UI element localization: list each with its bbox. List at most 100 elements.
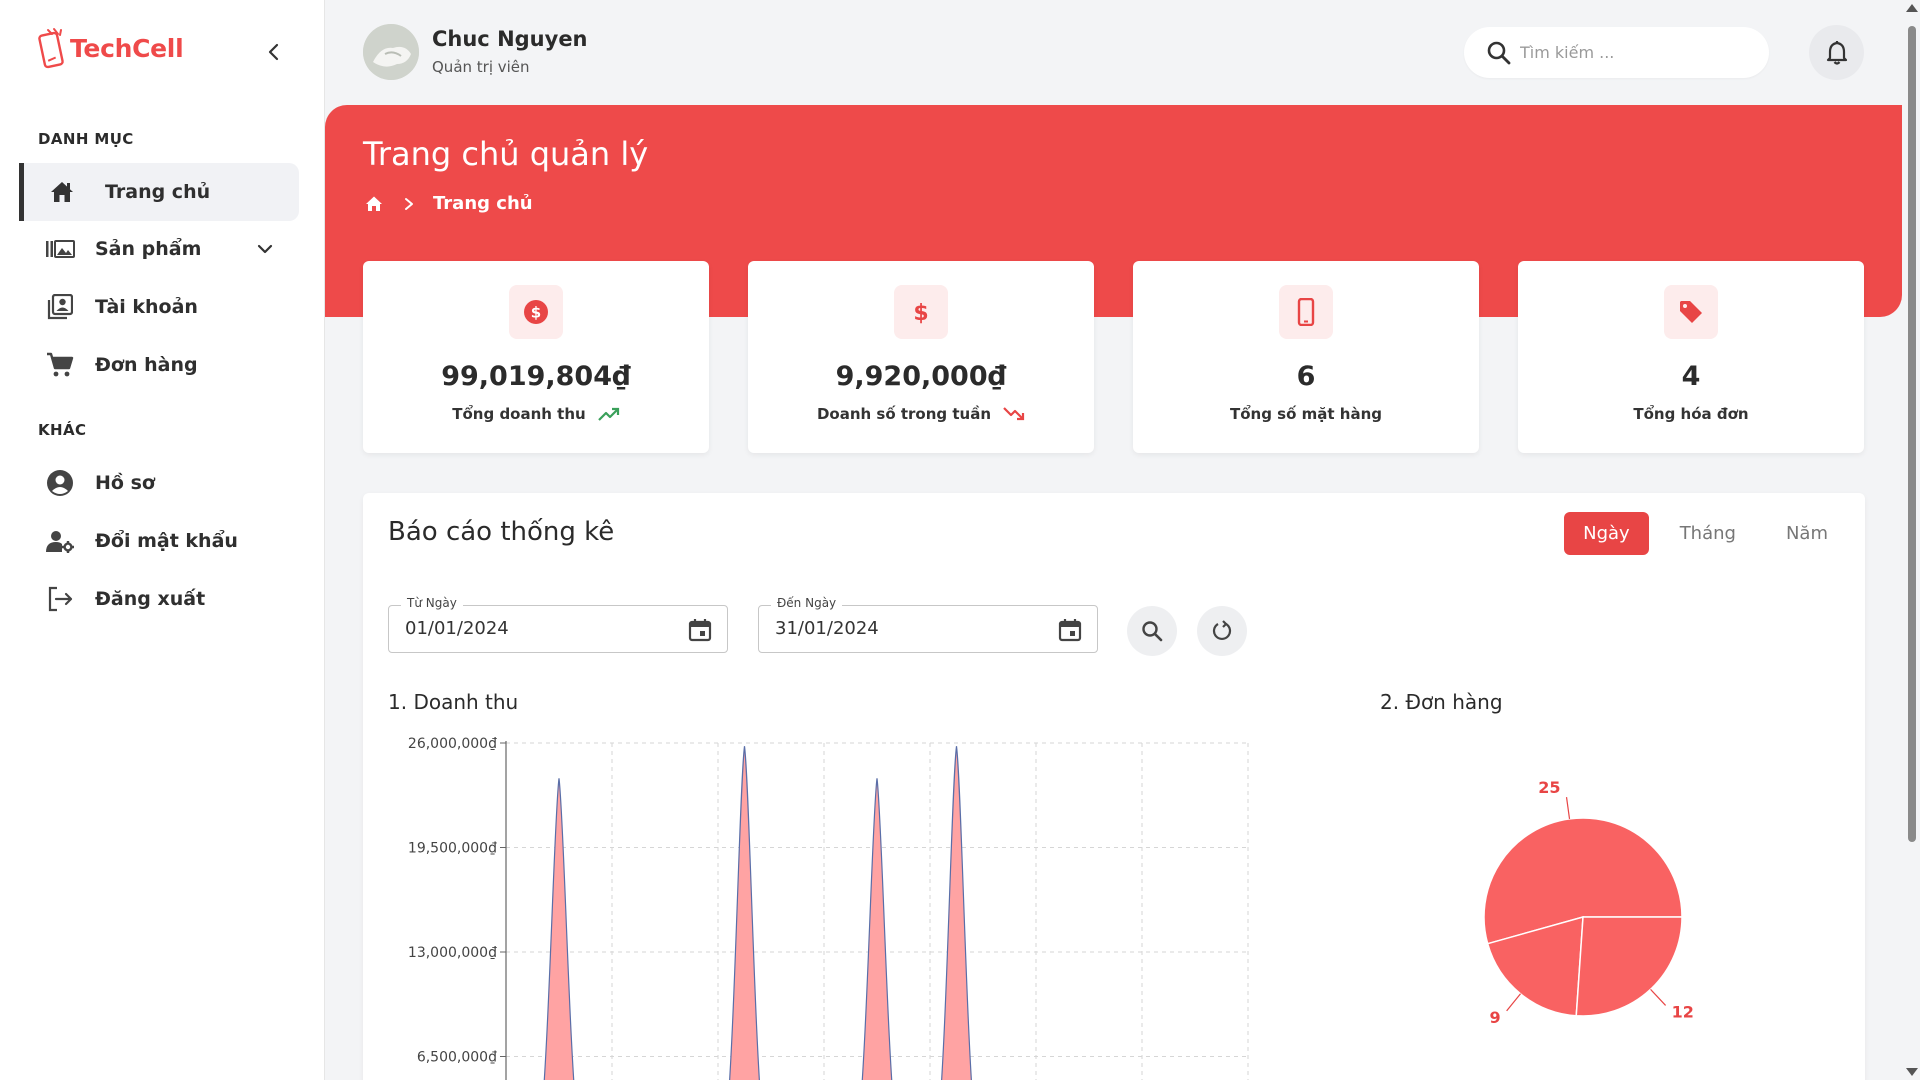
scroll-down-arrow[interactable] (1906, 1068, 1918, 1076)
logo[interactable]: TechCell (36, 26, 184, 70)
orders-pie-chart: 25 9 12 (1483, 778, 1694, 1027)
stat-label: Doanh số trong tuần (816, 405, 992, 423)
dollar-icon: $ (894, 285, 948, 339)
to-date-label: Đến Ngày (771, 596, 843, 610)
search-icon (1142, 621, 1163, 642)
user-name: Chuc Nguyen (432, 27, 588, 51)
bell-icon (1826, 40, 1847, 65)
to-date-input[interactable] (775, 618, 1035, 639)
logo-text: TechCell (70, 33, 184, 63)
cart-icon (45, 350, 75, 380)
collapse-sidebar-button[interactable] (262, 40, 286, 64)
pie-label-line (1565, 797, 1571, 820)
sidebar-item-products[interactable]: Sản phẩm (19, 220, 299, 278)
stat-value: 9,920,000₫ (835, 361, 1007, 392)
stat-value: 4 (1681, 361, 1701, 392)
y-tick-label: 19,500,000₫ (408, 841, 497, 857)
to-date-field[interactable]: Đến Ngày (758, 596, 1098, 653)
stat-label: Tổng hóa đơn (1633, 405, 1749, 423)
period-tabs: Ngày Tháng Năm (1552, 512, 1847, 555)
sidebar-item-label: Trang chủ (105, 181, 211, 203)
from-date-input[interactable] (405, 618, 665, 639)
refresh-icon (1212, 620, 1232, 641)
orders-chart-title: 2. Đơn hàng (1380, 690, 1503, 714)
revenue-chart-title: 1. Doanh thu (388, 690, 519, 714)
sidebar-item-logout[interactable]: Đăng xuất (19, 570, 299, 628)
pie-slice-3 (1575, 916, 1683, 1017)
sidebar-item-label: Tài khoản (95, 296, 198, 318)
notification-button[interactable] (1809, 25, 1864, 80)
y-tick-label: 13,000,000₫ (408, 945, 497, 961)
tab-month[interactable]: Tháng (1661, 512, 1755, 555)
user-role: Quản trị viên (432, 58, 530, 76)
stat-value: 6 (1296, 361, 1316, 392)
sidebar-item-label: Hồ sơ (95, 472, 155, 494)
stat-value: 99,019,804₫ (441, 361, 631, 392)
y-tick-label: 26,000,000₫ (408, 736, 497, 752)
search-box[interactable] (1464, 27, 1769, 78)
sidebar-item-profile[interactable]: Hồ sơ (19, 454, 299, 512)
scroll-up-arrow[interactable] (1906, 4, 1918, 12)
sidebar-item-label: Đơn hàng (95, 354, 198, 376)
search-input[interactable] (1520, 43, 1750, 62)
pie-label-2: 9 (1489, 1008, 1500, 1027)
chevron-right-icon (405, 197, 413, 210)
stat-label: Tổng số mặt hàng (1230, 405, 1382, 423)
svg-text:$: $ (531, 304, 541, 322)
sidebar-item-label: Sản phẩm (95, 238, 202, 260)
reset-report-button[interactable] (1197, 606, 1247, 656)
revenue-peak-1 (543, 778, 575, 1080)
page-scrollbar[interactable] (1903, 0, 1920, 1080)
revenue-peak-4 (941, 746, 972, 1080)
sidebar: TechCell DANH MỤC Trang chủ Sản phẩm Tài… (0, 0, 325, 1080)
trending-up-icon (597, 407, 619, 421)
sidebar-item-home[interactable]: Trang chủ (19, 163, 299, 221)
stat-card-weekly-sales: $ 9,920,000₫ Doanh số trong tuần (748, 261, 1094, 453)
avatar[interactable] (363, 24, 419, 80)
stat-card-total-products: 6 Tổng số mặt hàng (1133, 261, 1479, 453)
phone-icon (1279, 285, 1333, 339)
pie-label-line (1506, 993, 1521, 1012)
dollar-circle-icon: $ (509, 285, 563, 339)
pie-label-line (1650, 988, 1667, 1006)
from-date-label: Từ Ngày (401, 596, 463, 610)
section-label-main: DANH MỤC (38, 130, 134, 148)
home-icon[interactable] (365, 195, 383, 213)
revenue-chart: 26,000,000₫ 19,500,000₫ 13,000,000₫ 6,500,0… (408, 736, 1249, 1080)
user-key-icon (45, 526, 75, 556)
sidebar-item-orders[interactable]: Đơn hàng (19, 336, 299, 394)
from-date-field[interactable]: Từ Ngày (388, 596, 728, 653)
sidebar-item-change-password[interactable]: Đổi mật khẩu (19, 512, 299, 570)
scroll-thumb[interactable] (1908, 26, 1916, 842)
tab-year[interactable]: Năm (1767, 512, 1847, 555)
breadcrumb-current: Trang chủ (433, 193, 533, 214)
pie-label-3: 12 (1672, 1002, 1694, 1021)
tab-day[interactable]: Ngày (1564, 512, 1649, 555)
trending-down-icon (1003, 407, 1025, 421)
search-icon (1487, 41, 1511, 64)
calendar-icon[interactable] (1057, 617, 1083, 643)
tag-icon (1664, 285, 1718, 339)
revenue-peak-3 (861, 778, 893, 1080)
report-title: Báo cáo thống kê (388, 517, 615, 547)
logout-icon (45, 584, 75, 614)
search-report-button[interactable] (1127, 606, 1177, 656)
calendar-icon[interactable] (687, 617, 713, 643)
stat-card-total-invoices: 4 Tổng hóa đơn (1518, 261, 1864, 453)
chevron-left-icon (268, 43, 279, 61)
products-icon (45, 234, 75, 264)
breadcrumb: Trang chủ (365, 193, 533, 214)
y-tick-label: 6,500,000₫ (417, 1050, 497, 1066)
accounts-icon (45, 292, 75, 322)
sidebar-item-accounts[interactable]: Tài khoản (19, 278, 299, 336)
page-title: Trang chủ quản lý (363, 135, 649, 173)
section-label-other: KHÁC (38, 421, 87, 439)
stat-card-total-revenue: $ 99,019,804₫ Tổng doanh thu (363, 261, 709, 453)
logo-phone-icon (38, 28, 64, 69)
stat-label: Tổng doanh thu (452, 405, 586, 423)
chevron-down-icon[interactable] (253, 237, 277, 265)
sidebar-item-label: Đổi mật khẩu (95, 530, 238, 552)
pie-label-1: 25 (1538, 778, 1560, 797)
svg-text:$: $ (913, 301, 928, 325)
revenue-peak-2 (729, 746, 760, 1080)
